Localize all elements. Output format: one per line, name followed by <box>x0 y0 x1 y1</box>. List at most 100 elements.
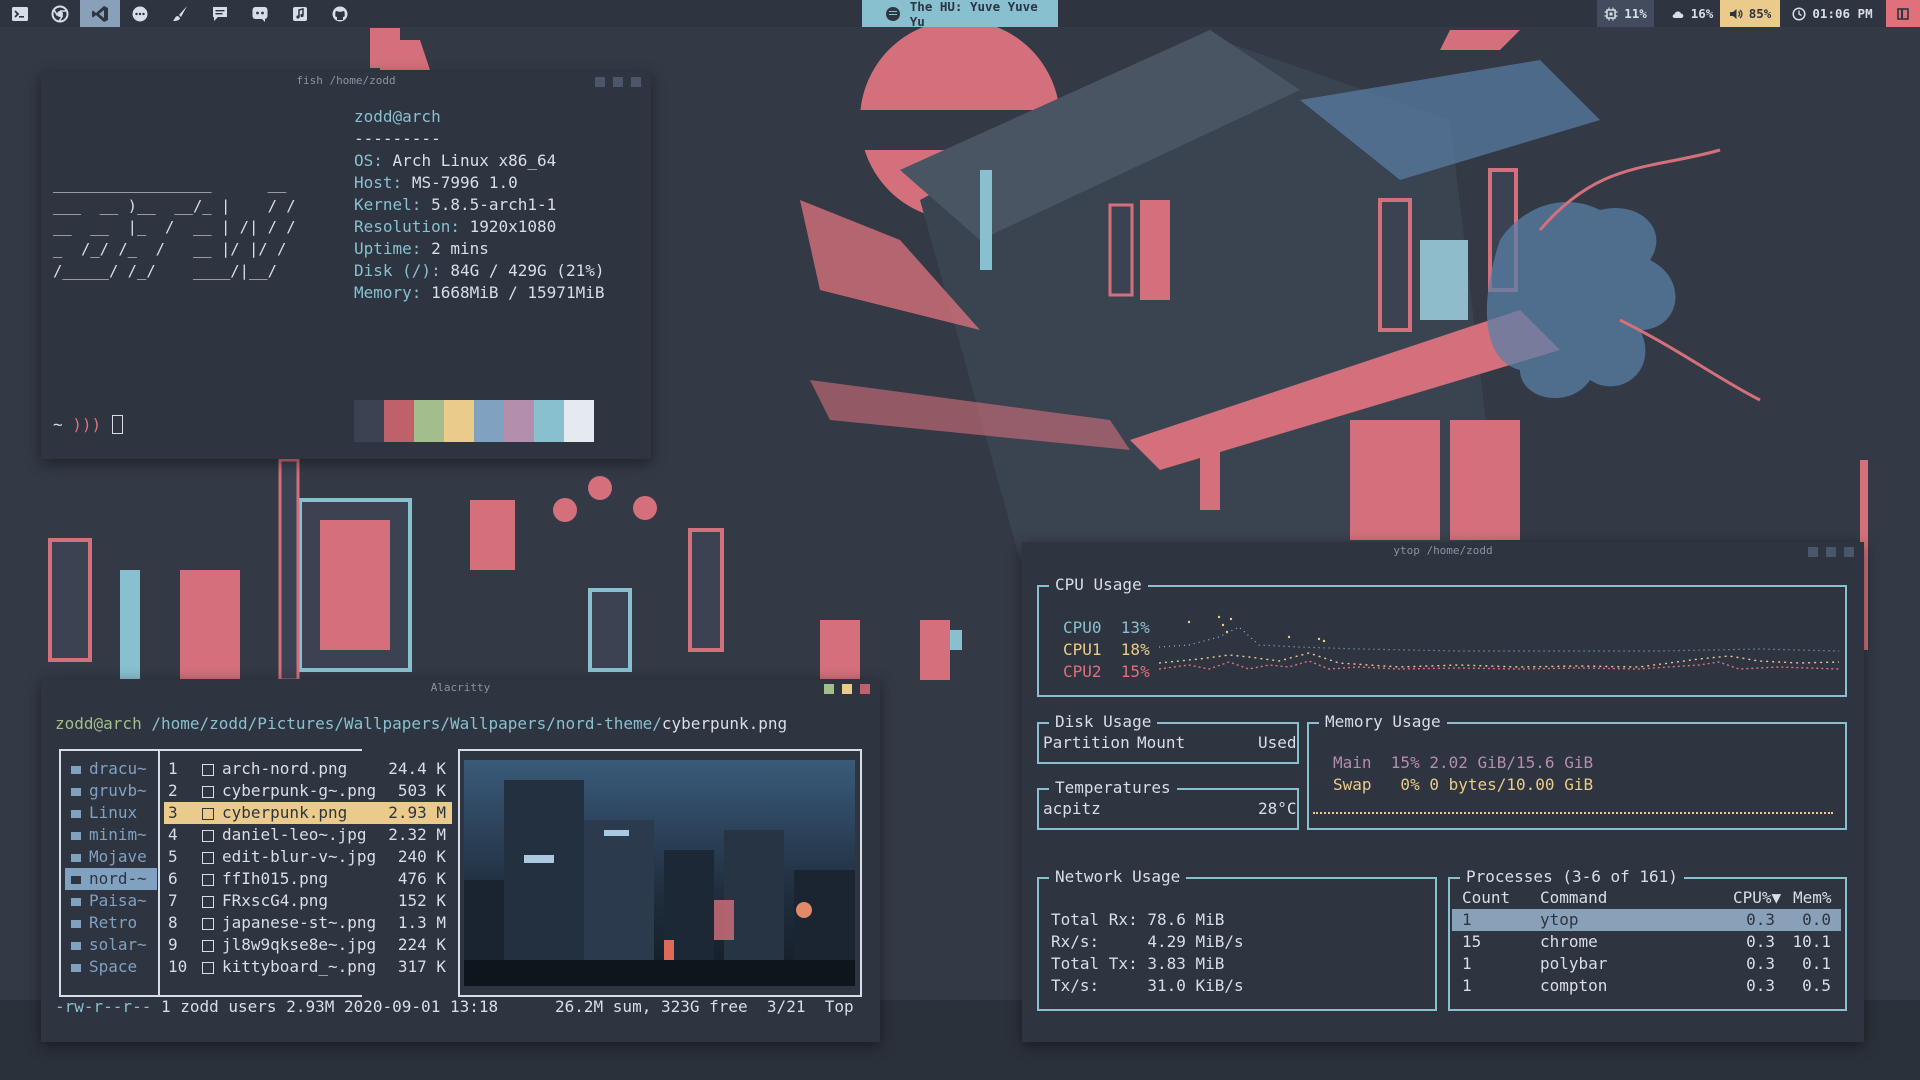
ytop-window[interactable]: ytop /home/zodd CPU Usage CPU0 13% CPU1 … <box>1022 542 1864 1042</box>
file-row[interactable]: 5 edit-blur-v~.jpg 240 K <box>164 846 452 868</box>
folder-item[interactable]: Paisa~ <box>65 890 157 912</box>
folder-item[interactable]: minim~ <box>65 824 157 846</box>
folder-item[interactable]: gruvb~ <box>65 780 157 802</box>
speaker-icon <box>1729 8 1743 19</box>
info-resolution: Resolution: 1920x1080 <box>354 217 557 236</box>
ranger-divider <box>158 749 160 997</box>
cpu-module[interactable]: 11% <box>1597 0 1654 27</box>
close-button[interactable] <box>631 77 641 87</box>
minimize-button[interactable] <box>595 77 605 87</box>
process-cmd: ytop <box>1540 910 1579 929</box>
process-cmd: polybar <box>1540 954 1608 973</box>
file-row[interactable]: 9 jl8w9qkse8e~.jpg 224 K <box>164 934 452 956</box>
process-row[interactable]: 1 compton 0.3 0.5 <box>1452 975 1841 997</box>
disk-header-partition: Partition <box>1043 733 1130 752</box>
folder-name: nord-~ <box>89 869 147 888</box>
github-icon <box>332 6 348 21</box>
status-bar: -rw-r--r-- 1 zodd users 2.93M 2020-09-01… <box>55 997 499 1016</box>
spotify-icon <box>886 6 900 21</box>
clock-value: 01:06 PM <box>1812 6 1873 21</box>
workspace-vscode[interactable] <box>80 0 120 27</box>
file-row[interactable]: 7 FRxscG4.png 152 K <box>164 890 452 912</box>
alacritty-ranger-window[interactable]: Alacritty zodd@arch /home/zodd/Pictures/… <box>41 679 880 1042</box>
volume-module[interactable]: 85% <box>1720 0 1780 27</box>
process-row[interactable]: 1 polybar 0.3 0.1 <box>1452 953 1841 975</box>
workspace-terminal[interactable] <box>0 0 40 27</box>
cpu2-label: CPU2 15% <box>1063 662 1150 681</box>
message-icon <box>213 6 227 21</box>
clock-module[interactable]: 01:06 PM <box>1785 0 1880 27</box>
cpu-chip-icon <box>1604 7 1618 20</box>
process-cpu: 0.3 <box>1746 932 1775 951</box>
workspace-messages[interactable] <box>200 0 240 27</box>
workspace-chrome[interactable] <box>40 0 80 27</box>
folder-item[interactable]: Mojave <box>65 846 157 868</box>
file-index: 10 <box>168 957 188 976</box>
image-file-icon <box>202 786 214 798</box>
process-count: 1 <box>1462 954 1472 973</box>
workspace-paint[interactable] <box>160 0 200 27</box>
workspace-music[interactable] <box>280 0 320 27</box>
file-size: 1.3 M <box>397 913 446 932</box>
maximize-button[interactable] <box>1826 547 1836 557</box>
file-size: 476 K <box>397 869 446 888</box>
file-row[interactable]: 4 daniel-leo~.jpg 2.32 M <box>164 824 452 846</box>
folder-item[interactable]: solar~ <box>65 934 157 956</box>
user-host: zodd@arch <box>354 107 441 126</box>
file-row[interactable]: 6 ffIh015.png 476 K <box>164 868 452 890</box>
network-usage-panel: Network Usage Total Rx: 78.6 MiB Rx/s: 4… <box>1037 866 1437 1011</box>
net-total-tx: Total Tx: 3.83 MiB <box>1051 954 1225 973</box>
workspace-chat[interactable] <box>120 0 160 27</box>
folder-item[interactable]: Linux <box>65 802 157 824</box>
cloud-icon <box>1672 11 1684 18</box>
file-name: edit-blur-v~.jpg <box>222 847 377 866</box>
file-index: 3 <box>168 803 178 822</box>
temp-sensor-name: acpitz <box>1043 799 1101 818</box>
minimize-button[interactable] <box>1808 547 1818 557</box>
image-file-icon <box>202 940 214 952</box>
folder-item[interactable]: Space <box>65 956 157 978</box>
file-row[interactable]: 2 cyberpunk-g~.png 503 K <box>164 780 452 802</box>
file-row[interactable]: 8 japanese-st~.png 1.3 M <box>164 912 452 934</box>
process-mem: 0.5 <box>1802 976 1831 995</box>
file-name: daniel-leo~.jpg <box>222 825 367 844</box>
memory-swap: Swap 0% 0 bytes/10.00 GiB <box>1333 775 1594 794</box>
folder-item[interactable]: nord-~ <box>65 868 157 890</box>
file-size: 2.32 M <box>388 825 446 844</box>
folder-icon <box>71 942 81 950</box>
power-menu-button[interactable] <box>1886 0 1920 27</box>
processes-panel[interactable]: Processes (3-6 of 161) Count Command CPU… <box>1448 866 1847 1011</box>
info-os: OS: Arch Linux x86_64 <box>354 151 557 170</box>
folder-name: minim~ <box>89 825 147 844</box>
window-title: ytop /home/zodd <box>1393 544 1493 557</box>
folder-item[interactable]: Retro <box>65 912 157 934</box>
panel-title: Memory Usage <box>1319 711 1447 733</box>
workspace-github[interactable] <box>320 0 360 27</box>
temp-sensor-value: 28°C <box>1258 799 1297 818</box>
image-file-icon <box>202 896 214 908</box>
palette-swatch <box>384 400 414 442</box>
maximize-button[interactable] <box>842 684 852 694</box>
process-row[interactable]: 1 ytop 0.3 0.0 <box>1452 909 1841 931</box>
workspace-discord[interactable] <box>240 0 280 27</box>
file-index: 5 <box>168 847 178 866</box>
maximize-button[interactable] <box>613 77 623 87</box>
file-row[interactable]: 1 arch-nord.png 24.4 K <box>164 758 452 780</box>
weather-module[interactable]: 16% <box>1664 0 1720 27</box>
folder-item[interactable]: dracu~ <box>65 758 157 780</box>
minimize-button[interactable] <box>824 684 834 694</box>
window-controls <box>595 77 641 87</box>
fish-terminal-window[interactable]: fish /home/zodd _________________ __ ___ … <box>41 72 651 459</box>
folder-icon <box>71 898 81 906</box>
close-button[interactable] <box>860 684 870 694</box>
image-file-icon <box>202 808 214 820</box>
memory-usage-panel: Memory Usage Main 15% 2.02 GiB/15.6 GiB … <box>1307 711 1847 830</box>
now-playing-module[interactable]: The HU: Yuve Yuve Yu <box>862 0 1058 29</box>
file-row[interactable]: 3 cyberpunk.png 2.93 M <box>164 802 452 824</box>
net-total-rx: Total Rx: 78.6 MiB <box>1051 910 1225 929</box>
close-button[interactable] <box>1844 547 1854 557</box>
folder-name: solar~ <box>89 935 147 954</box>
file-row[interactable]: 10 kittyboard_~.png 317 K <box>164 956 452 978</box>
process-row[interactable]: 15 chrome 0.3 10.1 <box>1452 931 1841 953</box>
chat-bubble-icon <box>132 6 148 21</box>
